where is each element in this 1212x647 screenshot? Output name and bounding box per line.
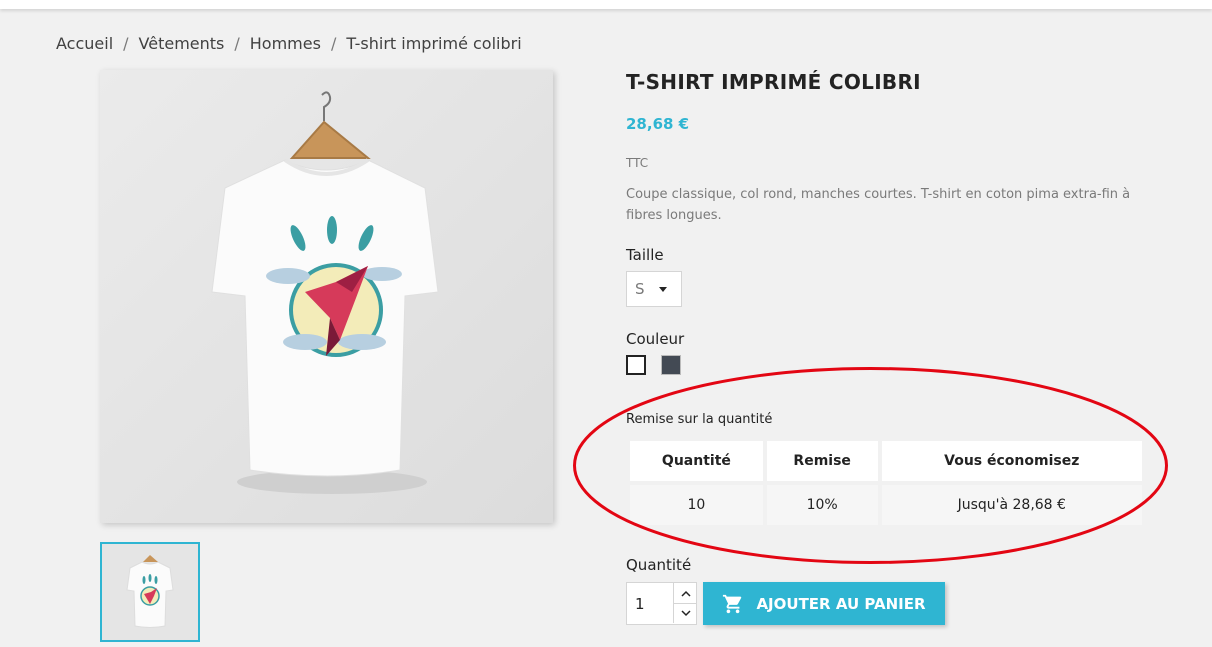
tshirt-thumbnail-image <box>102 544 198 640</box>
breadcrumb-separator: / <box>234 34 240 53</box>
quantity-discount-table: Quantité Remise Vous économisez 10 10% J… <box>626 441 1146 525</box>
caret-down-icon <box>659 287 667 292</box>
quantity-input[interactable] <box>627 583 673 624</box>
cell-quantity: 10 <box>630 485 763 525</box>
quantity-discount-title: Remise sur la quantité <box>626 412 773 427</box>
tax-label: TTC <box>626 156 649 170</box>
table-row: 10 10% Jusqu'à 28,68 € <box>630 485 1142 525</box>
product-cover-image[interactable] <box>100 70 553 523</box>
breadcrumb-item-clothes[interactable]: Vêtements <box>139 34 225 53</box>
product-thumbnail[interactable] <box>100 542 200 642</box>
color-swatch-dark[interactable] <box>661 355 681 375</box>
decrement-button[interactable] <box>673 603 697 623</box>
add-to-cart-button[interactable]: AJOUTER AU PANIER <box>703 582 945 625</box>
shopping-cart-icon <box>723 594 742 613</box>
tshirt-image <box>100 70 553 523</box>
chevron-down-icon <box>680 609 691 616</box>
breadcrumb: Accueil / Vêtements / Hommes / T-shirt imprimé… <box>56 34 522 53</box>
size-select-value: S <box>635 280 645 298</box>
chevron-up-icon <box>680 590 691 597</box>
color-swatch-white[interactable] <box>626 355 646 375</box>
breadcrumb-item-men[interactable]: Hommes <box>250 34 321 53</box>
cell-savings: Jusqu'à 28,68 € <box>881 485 1142 525</box>
size-select[interactable]: S <box>626 271 682 307</box>
product-title: T-SHIRT IMPRIMÉ COLIBRI <box>626 70 921 94</box>
color-label: Couleur <box>626 330 685 348</box>
column-header-quantity: Quantité <box>630 441 763 481</box>
breadcrumb-item-current: T-shirt imprimé colibri <box>346 34 522 53</box>
quantity-label: Quantité <box>626 556 692 574</box>
size-label: Taille <box>626 246 664 264</box>
header-bar <box>0 0 1212 9</box>
quantity-stepper <box>626 582 697 625</box>
product-description: Coupe classique, col rond, manches court… <box>626 187 1131 223</box>
breadcrumb-separator: / <box>330 34 337 53</box>
add-to-cart-label: AJOUTER AU PANIER <box>756 594 926 613</box>
increment-button[interactable] <box>673 583 697 604</box>
cell-discount: 10% <box>766 485 878 525</box>
breadcrumb-separator: / <box>123 34 129 53</box>
table-header-row: Quantité Remise Vous économisez <box>630 441 1142 481</box>
product-price: 28,68 € <box>626 115 690 133</box>
column-header-savings: Vous économisez <box>881 441 1142 481</box>
breadcrumb-item-home[interactable]: Accueil <box>56 34 113 53</box>
column-header-discount: Remise <box>766 441 878 481</box>
